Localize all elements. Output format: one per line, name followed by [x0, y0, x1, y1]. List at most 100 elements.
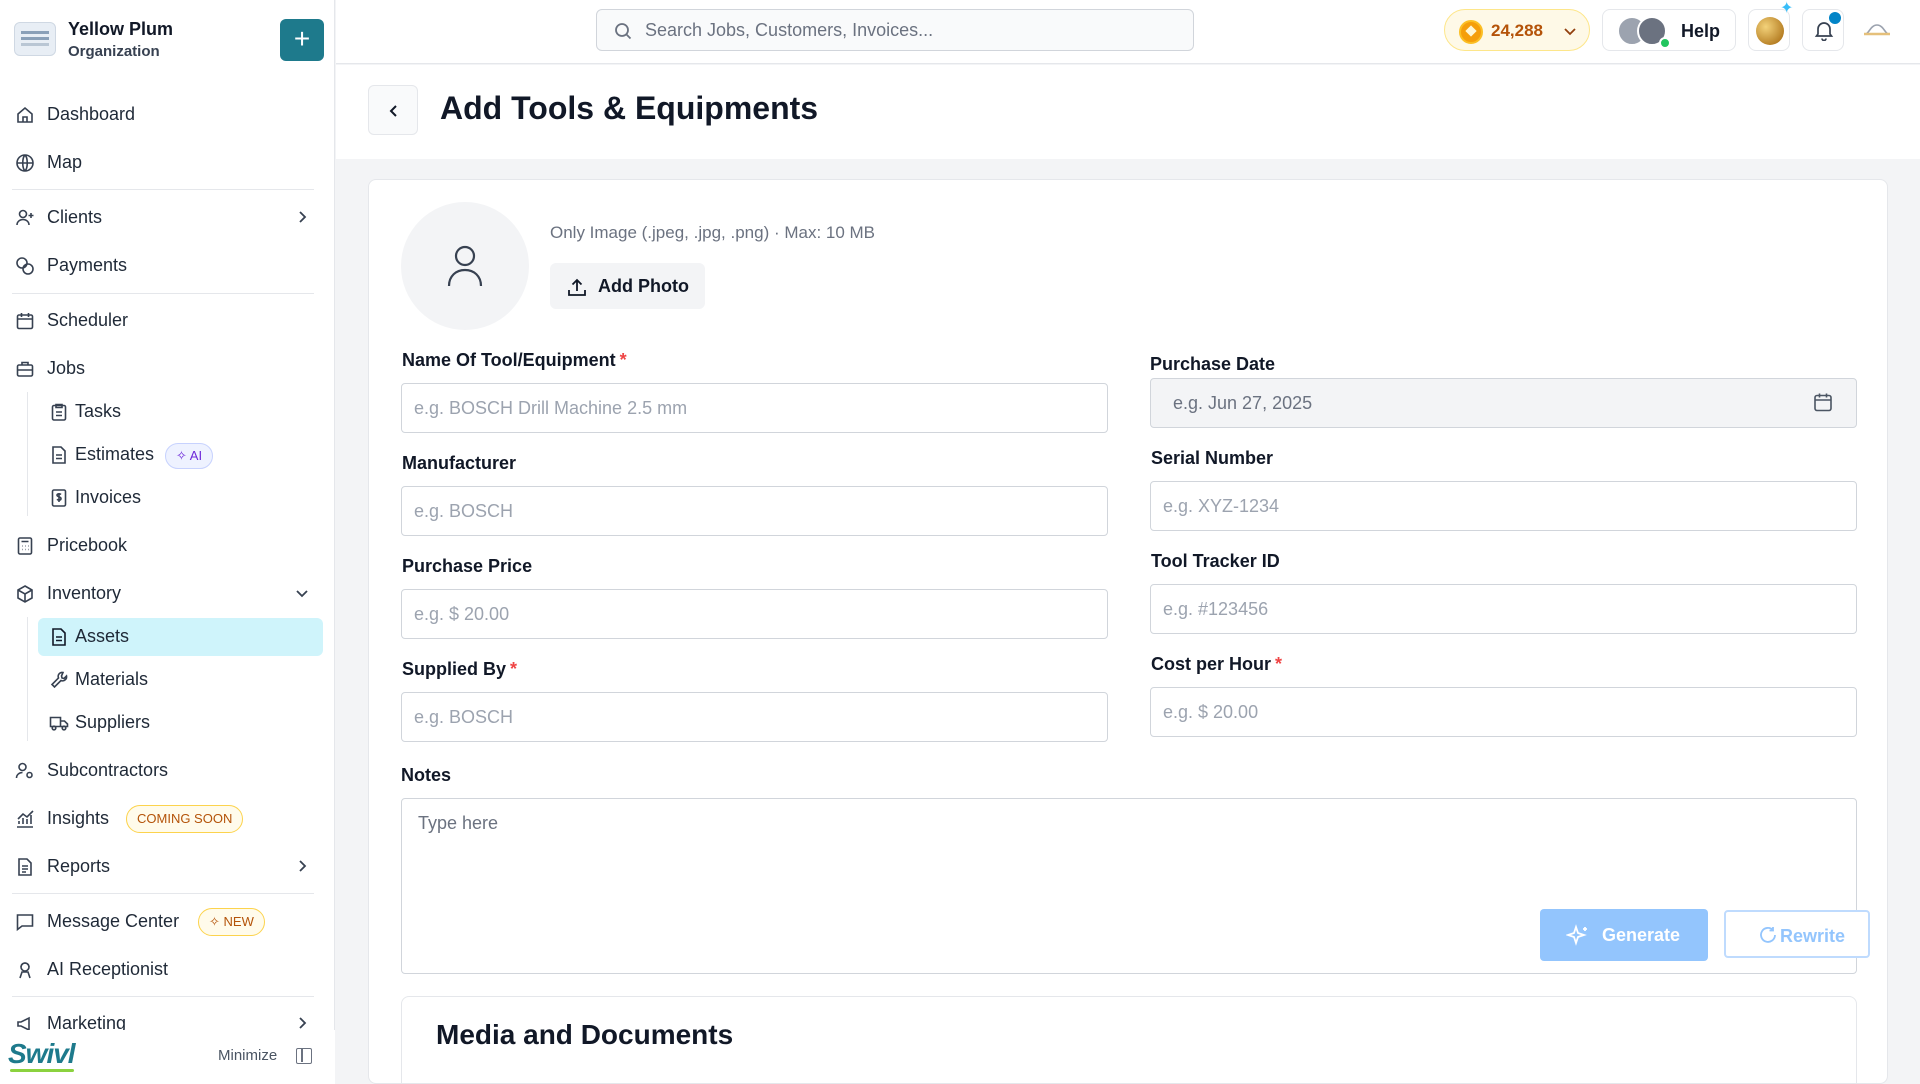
global-search[interactable] [596, 9, 1194, 51]
minimize-button[interactable]: Minimize [218, 1047, 277, 1064]
tracker-id-input[interactable] [1150, 584, 1857, 634]
clipboard-icon [51, 403, 67, 421]
document-icon [52, 628, 66, 646]
sidebar-item-jobs[interactable]: Jobs [0, 349, 335, 389]
sidebar-item-assets[interactable]: Assets [0, 617, 335, 657]
upload-icon [568, 278, 586, 296]
search-input[interactable] [645, 10, 1175, 50]
notes-box: Generate Rewrite [401, 798, 1870, 974]
report-icon [18, 858, 32, 876]
sidebar-item-inventory[interactable]: Inventory [0, 574, 335, 614]
coin-balance[interactable]: 24,288 [1444, 9, 1590, 51]
notifications-button[interactable] [1802, 9, 1844, 51]
sidebar-item-label: Jobs [47, 358, 86, 378]
purchase-date-input[interactable] [1150, 378, 1857, 428]
coins-icon [16, 257, 34, 275]
sidebar-item-suppliers[interactable]: Suppliers [0, 703, 335, 743]
sidebar-item-insights[interactable]: Insights COMING SOON [0, 799, 335, 839]
sidebar-item-tasks[interactable]: Tasks [0, 392, 335, 432]
truck-icon [49, 716, 69, 731]
profile-avatar-icon[interactable] [1862, 16, 1892, 44]
sidebar-toggle-icon[interactable] [296, 1048, 312, 1064]
sidebar-item-pricebook[interactable]: Pricebook [0, 526, 335, 566]
brand-logo: Swivl [8, 1038, 76, 1072]
calculator-icon [17, 537, 33, 555]
sidebar-item-invoices[interactable]: Invoices [0, 478, 335, 518]
sidebar-item-materials[interactable]: Materials [0, 660, 335, 700]
quick-add-button[interactable]: + [280, 19, 324, 61]
sidebar-item-payments[interactable]: Payments [0, 246, 335, 286]
cost-per-hour-input[interactable] [1150, 687, 1857, 737]
sidebar-item-label: Insights [47, 808, 110, 828]
org-switcher[interactable]: Yellow Plum Organization [14, 18, 324, 62]
name-label: Name Of Tool/Equipment * [402, 350, 627, 371]
sidebar-item-label: Subcontractors [47, 760, 169, 780]
divider [12, 893, 314, 894]
invoice-icon [51, 489, 67, 507]
add-photo-button[interactable]: Add Photo [550, 263, 705, 309]
tool-name-input[interactable] [401, 383, 1108, 433]
sidebar-item-map[interactable]: Map [0, 143, 335, 183]
user-icon [447, 245, 483, 287]
sidebar-footer: Swivl Minimize [0, 1030, 335, 1084]
org-logo [14, 22, 56, 56]
tracker-id-label: Tool Tracker ID [1151, 551, 1280, 571]
sidebar-item-label: Tasks [75, 401, 122, 421]
label-text: Cost per Hour [1151, 654, 1272, 674]
sidebar-item-label: Suppliers [75, 712, 151, 732]
org-subtitle: Organization [68, 43, 160, 60]
sidebar-item-ai-receptionist[interactable]: AI Receptionist [0, 950, 335, 990]
calendar-icon[interactable] [1812, 391, 1834, 413]
generate-label: Generate [1602, 925, 1681, 945]
rewrite-button[interactable]: Rewrite [1724, 910, 1870, 958]
page-header: Add Tools & Equipments [336, 65, 1920, 159]
search-icon [615, 23, 632, 40]
sidebar-item-reports[interactable]: Reports [0, 847, 335, 887]
receptionist-icon [19, 962, 31, 979]
help-button[interactable]: Help [1602, 9, 1736, 51]
purchase-date-label: Purchase Date [1150, 354, 1276, 374]
generate-button[interactable]: Generate [1540, 909, 1708, 961]
sparkles-icon [1566, 924, 1587, 946]
chevron-left-icon [389, 105, 397, 117]
megaphone-icon [17, 1016, 30, 1030]
sidebar-item-clients[interactable]: Clients [0, 198, 335, 238]
sidebar-item-marketing[interactable]: Marketing [0, 1004, 335, 1030]
cost-per-hour-label: Cost per Hour * [1151, 654, 1282, 675]
serial-number-input[interactable] [1150, 481, 1857, 531]
sparkle-icon: ✦ [1780, 0, 1794, 17]
sidebar-item-label: Invoices [75, 487, 142, 507]
page-title: Add Tools & Equipments [440, 90, 819, 126]
top-bar: 24,288 Help ✦ [336, 0, 1920, 64]
serial-number-label: Serial Number [1151, 448, 1274, 468]
purchase-price-input[interactable] [401, 589, 1108, 639]
globe-icon [16, 154, 34, 172]
sidebar-item-label: Clients [47, 207, 103, 227]
calendar-icon [16, 313, 34, 330]
label-text: Name Of Tool/Equipment [402, 350, 616, 370]
sidebar-item-label: Inventory [47, 583, 122, 603]
divider [12, 293, 314, 294]
required-mark: * [1275, 654, 1283, 674]
sidebar-item-subcontractors[interactable]: Subcontractors [0, 751, 335, 791]
chevron-right-icon [299, 860, 307, 872]
sidebar-item-label: Payments [47, 255, 128, 275]
home-icon [17, 106, 33, 123]
sidebar-item-dashboard[interactable]: Dashboard [0, 95, 335, 135]
sidebar-item-message-center[interactable]: Message Center ✧ NEW [0, 902, 335, 942]
chevron-right-icon [299, 211, 307, 223]
rewrite-label: Rewrite [1780, 926, 1846, 946]
supplied-by-input[interactable] [401, 692, 1108, 742]
sidebar-item-label: Marketing [47, 1013, 127, 1030]
sidebar-item-scheduler[interactable]: Scheduler [0, 301, 335, 341]
required-mark: * [619, 350, 627, 370]
org-name: Yellow Plum [68, 19, 174, 39]
document-icon [52, 446, 66, 464]
add-photo-label: Add Photo [598, 276, 689, 296]
label-text: Supplied By [402, 659, 507, 679]
manufacturer-input[interactable] [401, 486, 1108, 536]
coin-value: 24,288 [1491, 21, 1543, 40]
back-button[interactable] [368, 85, 418, 135]
divider [12, 996, 314, 997]
sidebar-item-estimates[interactable]: Estimates ✧ AI [0, 435, 335, 475]
